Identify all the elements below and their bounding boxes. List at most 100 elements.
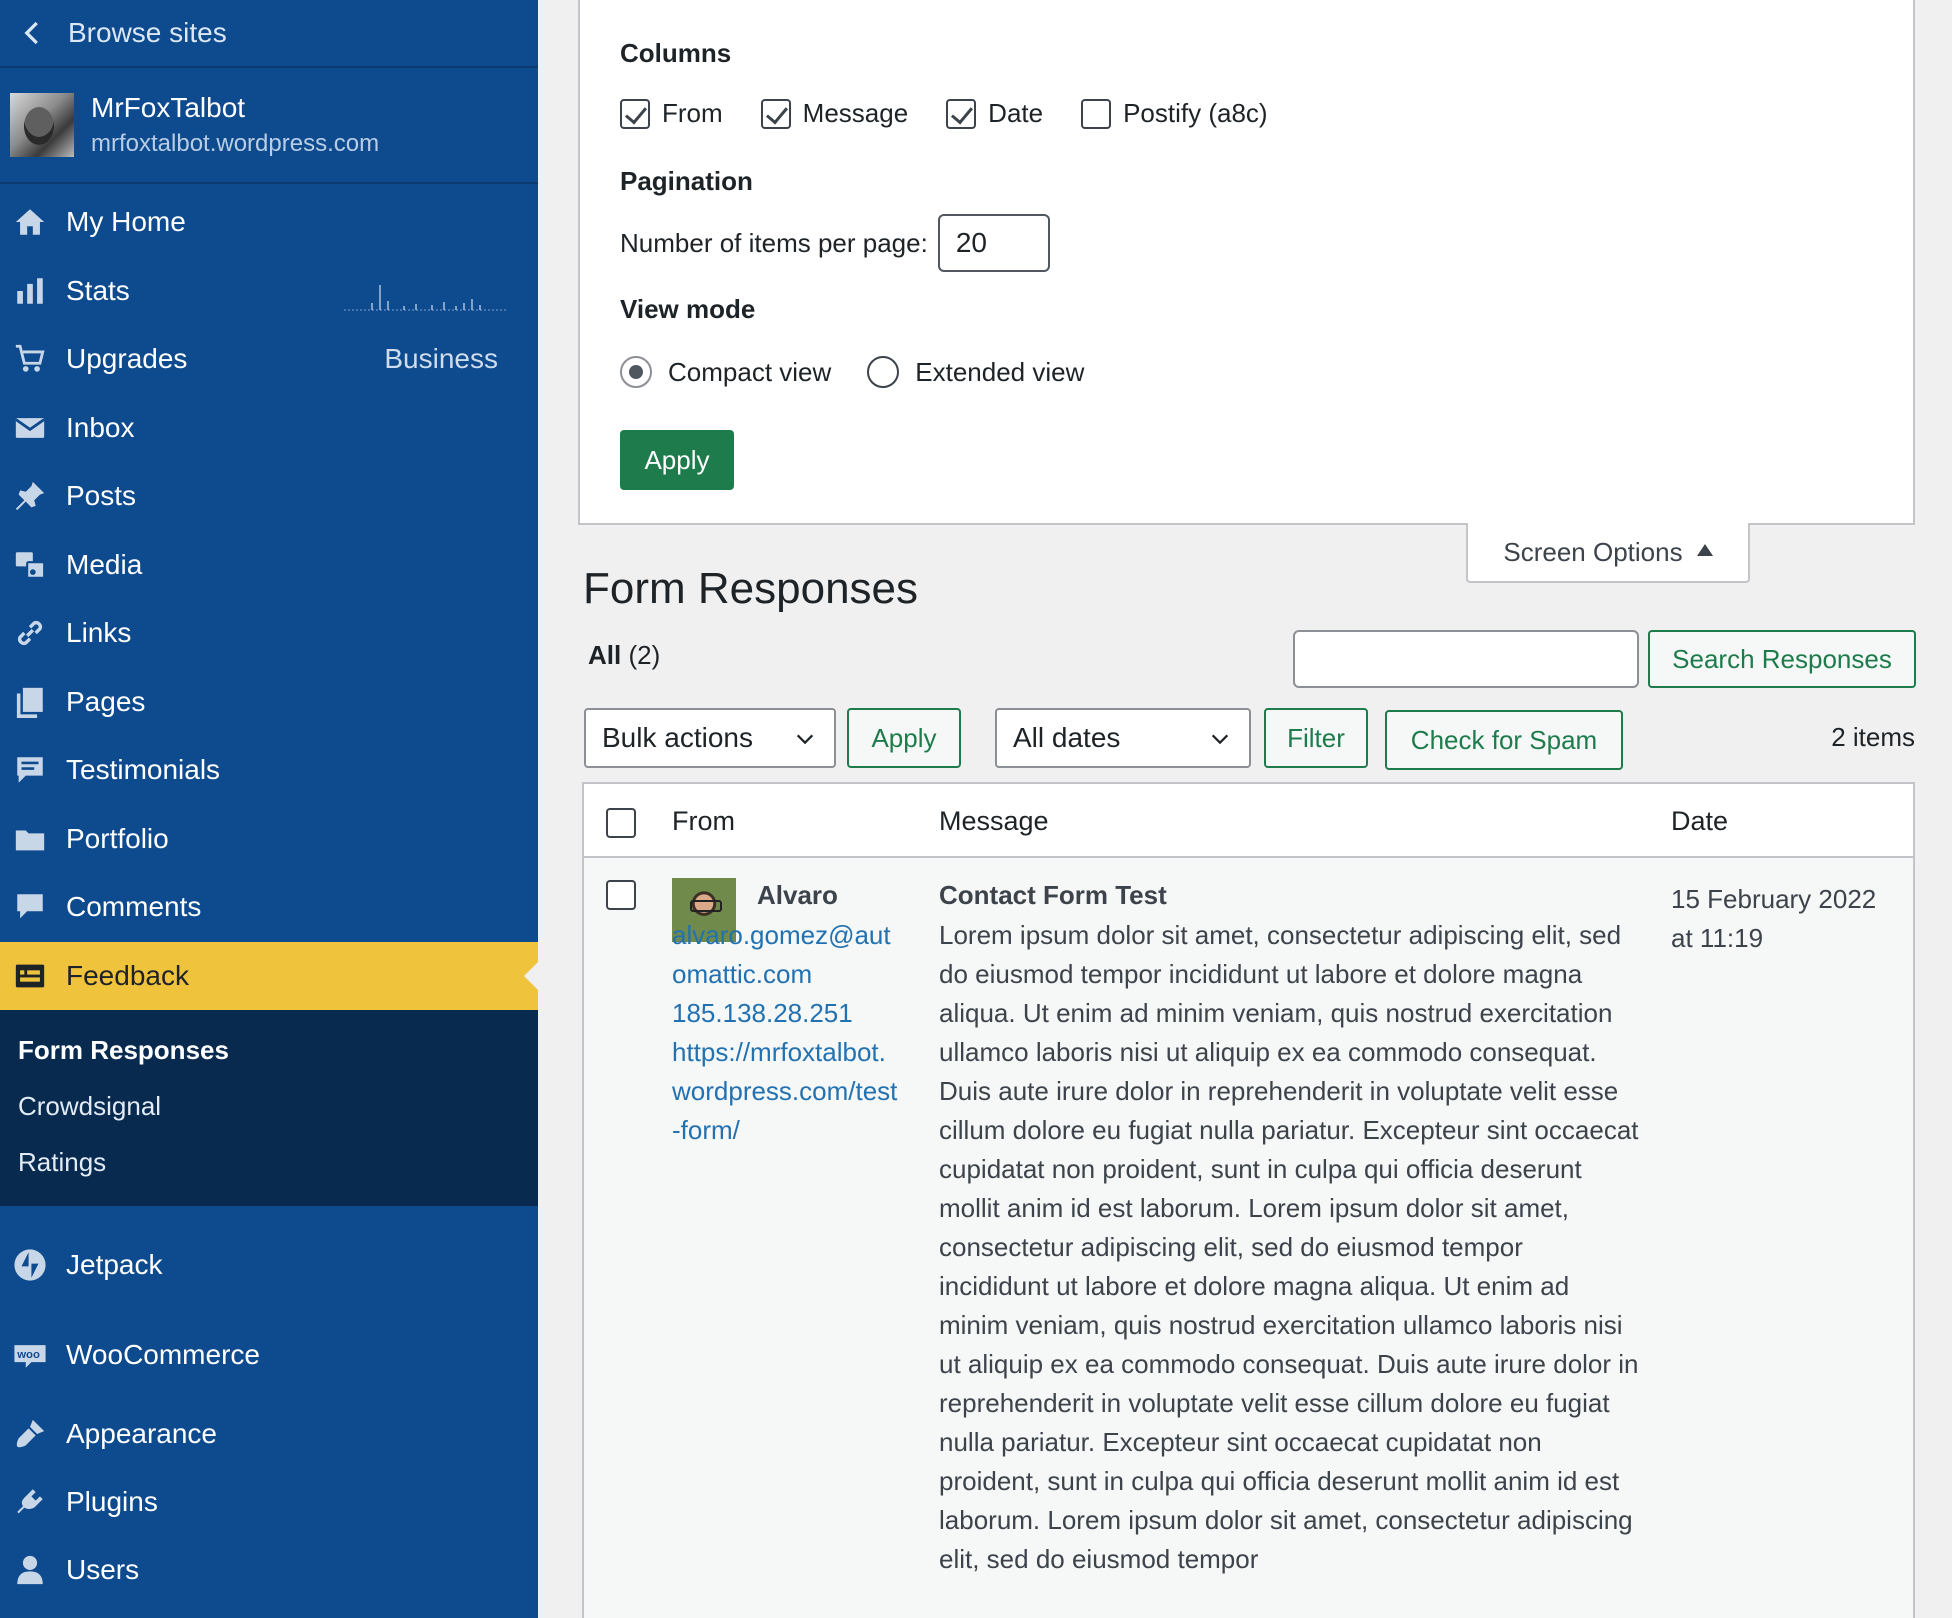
sidebar-item-jetpack[interactable]: Jetpack	[0, 1220, 538, 1310]
sidebar-item-upgrades[interactable]: Upgrades Business	[0, 325, 538, 394]
items-count: 2 items	[1831, 722, 1915, 752]
sidebar-item-label: Users	[66, 1554, 140, 1585]
pagination-heading: Pagination	[620, 166, 753, 196]
pages-icon	[12, 684, 48, 720]
testimonial-icon	[12, 752, 48, 788]
select-all-checkbox[interactable]	[606, 808, 636, 838]
sidebar-item-media[interactable]: Media	[0, 531, 538, 600]
check-spam-button[interactable]: Check for Spam	[1385, 710, 1623, 770]
respondent-email-link[interactable]: alvaro.gomez@automattic.com	[587, 916, 900, 994]
column-header-date[interactable]: Date	[1671, 806, 1728, 837]
bulk-actions-value: Bulk actions	[602, 722, 753, 753]
respondent-details: alvaro.gomez@automattic.com 185.138.28.2…	[672, 916, 900, 1150]
brush-icon	[12, 1416, 48, 1452]
column-toggle-message[interactable]: Message	[760, 98, 908, 129]
sidebar-item-inbox[interactable]: Inbox	[0, 394, 538, 463]
filter-all-count: (2)	[628, 640, 661, 670]
column-header-message[interactable]: Message	[939, 806, 1049, 837]
folder-icon	[12, 821, 48, 857]
sidebar-item-label: Jetpack	[66, 1249, 163, 1280]
bulk-apply-button[interactable]: Apply	[847, 708, 961, 768]
per-page-label: Number of items per page:	[620, 227, 928, 258]
screen-options-apply-button[interactable]: Apply	[620, 430, 734, 490]
view-mode-compact[interactable]: Compact view	[620, 356, 831, 388]
from-checkbox[interactable]	[620, 98, 650, 129]
media-icon	[12, 547, 48, 583]
sidebar-item-label: Inbox	[66, 411, 135, 443]
sidebar-item-label: Posts	[66, 480, 137, 512]
date-checkbox[interactable]	[946, 98, 977, 129]
per-page-input[interactable]	[937, 214, 1050, 272]
sidebar-item-portfolio[interactable]: Portfolio	[0, 805, 538, 874]
sidebar-item-testimonials[interactable]: Testimonials	[0, 736, 538, 805]
sidebar-item-comments[interactable]: Comments	[0, 873, 538, 942]
column-toggle-date[interactable]: Date	[946, 98, 1043, 129]
site-card[interactable]: MrFoxTalbot mrfoxtalbot.wordpress.com	[0, 68, 538, 184]
browse-sites-label: Browse sites	[68, 17, 227, 48]
sidebar-item-label: Stats	[66, 274, 130, 306]
column-toggle-from[interactable]: From	[620, 98, 723, 129]
column-toggle-postify[interactable]: Postify (a8c)	[1081, 98, 1268, 129]
sidebar-item-posts[interactable]: Posts	[0, 462, 538, 531]
sidebar-item-links[interactable]: Links	[0, 599, 538, 668]
filter-button[interactable]: Filter	[1264, 708, 1368, 768]
columns-heading: Columns	[620, 38, 732, 68]
status-filter-all[interactable]: All (2)	[588, 640, 660, 671]
search-responses-button[interactable]: Search Responses	[1648, 630, 1916, 688]
checkbox-label: From	[662, 98, 723, 128]
submenu-form-responses[interactable]: Form Responses	[0, 1022, 538, 1078]
sidebar-item-appearance[interactable]: Appearance	[0, 1400, 538, 1468]
sidebar-item-users[interactable]: Users	[0, 1536, 538, 1604]
sidebar-item-label: Comments	[66, 891, 202, 923]
sidebar-item-label: Upgrades	[66, 343, 188, 375]
chevron-down-icon	[796, 734, 814, 745]
bulk-actions-select[interactable]: Bulk actions	[584, 708, 836, 768]
page-title: Form Responses	[583, 564, 919, 613]
sidebar-item-plugins[interactable]: Plugins	[0, 1468, 538, 1536]
response-subject: Contact Form Test	[939, 880, 1167, 910]
stats-icon	[12, 273, 48, 309]
jetpack-icon	[12, 1247, 48, 1283]
view-mode-extended[interactable]: Extended view	[867, 356, 1084, 388]
row-checkbox[interactable]	[606, 880, 636, 910]
per-page-row: Number of items per page:	[620, 214, 1050, 272]
chevron-left-icon	[24, 21, 38, 45]
feedback-icon	[12, 958, 48, 994]
sidebar-item-label: Appearance	[66, 1418, 218, 1449]
extended-radio[interactable]	[867, 356, 900, 388]
postify-checkbox[interactable]	[1081, 98, 1112, 129]
sidebar-item-label: Feedback	[66, 959, 189, 991]
svg-text:woo: woo	[16, 1349, 40, 1361]
sidebar-item-pages[interactable]: Pages	[0, 668, 538, 737]
browse-sites-link[interactable]: Browse sites	[0, 0, 538, 68]
respondent-ip-link[interactable]: 185.138.28.251	[672, 994, 900, 1033]
compact-radio[interactable]	[620, 356, 652, 388]
plan-badge: Business	[384, 343, 498, 375]
submenu-crowdsignal[interactable]: Crowdsignal	[0, 1078, 538, 1134]
responses-table: From Message Date Alvaro alvaro.gomez@au…	[582, 782, 1915, 1618]
submenu-ratings[interactable]: Ratings	[0, 1134, 538, 1190]
site-name: MrFoxTalbot	[91, 92, 246, 123]
sidebar-item-woocommerce[interactable]: woo WooCommerce	[0, 1310, 538, 1400]
feedback-submenu: Form Responses Crowdsignal Ratings	[0, 1010, 538, 1206]
mail-icon	[12, 410, 48, 446]
sidebar-item-my-home[interactable]: My Home	[0, 188, 538, 257]
table-row[interactable]: Alvaro alvaro.gomez@automattic.com 185.1…	[584, 858, 1913, 1618]
sidebar-item-label: My Home	[66, 206, 186, 238]
sidebar-item-label: Testimonials	[66, 754, 221, 786]
column-header-from[interactable]: From	[672, 806, 735, 837]
response-message: Lorem ipsum dolor sit amet, consectetur …	[939, 920, 1639, 1574]
message-checkbox[interactable]	[760, 98, 791, 129]
comment-icon	[12, 889, 48, 925]
view-mode-options: Compact view Extended view	[620, 356, 1122, 388]
search-input[interactable]	[1293, 630, 1639, 688]
sidebar-item-stats[interactable]: Stats	[0, 257, 538, 326]
sidebar-item-feedback[interactable]: Feedback	[0, 941, 538, 1010]
sidebar-item-label: Links	[66, 617, 132, 649]
dates-select[interactable]: All dates	[995, 708, 1251, 768]
sidebar-item-label: Portfolio	[66, 822, 169, 854]
screen-options-toggle[interactable]: Screen Options	[1466, 523, 1750, 583]
columns-options: From Message Date Postify (a8c)	[620, 98, 1306, 129]
caret-up-icon	[1696, 544, 1713, 556]
respondent-source-link[interactable]: https://mrfoxtalbot.wordpress.com/test-f…	[672, 1033, 900, 1150]
